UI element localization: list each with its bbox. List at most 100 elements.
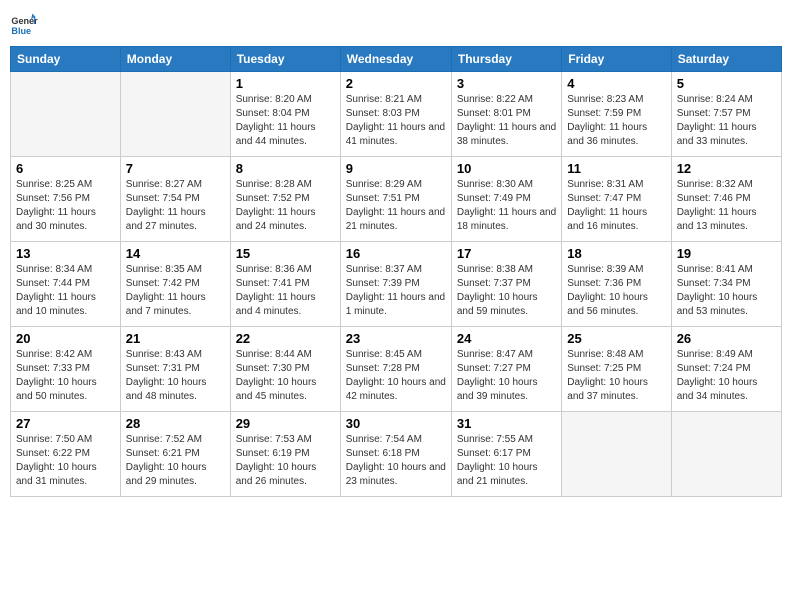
day-number: 9 <box>346 161 446 176</box>
day-number: 31 <box>457 416 556 431</box>
day-number: 30 <box>346 416 446 431</box>
day-number: 22 <box>236 331 335 346</box>
calendar-cell: 6Sunrise: 8:25 AM Sunset: 7:56 PM Daylig… <box>11 157 121 242</box>
logo-icon: General Blue <box>10 10 38 38</box>
day-info: Sunrise: 8:36 AM Sunset: 7:41 PM Dayligh… <box>236 263 335 319</box>
calendar-cell: 29Sunrise: 7:53 AM Sunset: 6:19 PM Dayli… <box>230 412 340 497</box>
weekday-header: Saturday <box>671 47 781 72</box>
day-number: 21 <box>126 331 225 346</box>
calendar-cell: 1Sunrise: 8:20 AM Sunset: 8:04 PM Daylig… <box>230 72 340 157</box>
day-number: 7 <box>126 161 225 176</box>
day-info: Sunrise: 7:52 AM Sunset: 6:21 PM Dayligh… <box>126 433 225 489</box>
weekday-header: Monday <box>120 47 230 72</box>
calendar-cell: 13 Sunrise: 8:34 AM Sunset: 7:44 PM Dayli… <box>11 242 121 327</box>
day-number: 8 <box>236 161 335 176</box>
calendar-cell: 30 Sunrise: 7:54 AM Sunset: 6:18 PM Dayli… <box>340 412 451 497</box>
calendar-cell: 9Sunrise: 8:29 AM Sunset: 7:51 PM Daylig… <box>340 157 451 242</box>
day-info: Sunrise: 7:50 AM Sunset: 6:22 PM Dayligh… <box>16 433 115 489</box>
day-info: Sunrise: 8:38 AM Sunset: 7:37 PM Dayligh… <box>457 263 556 319</box>
calendar-cell: 17Sunrise: 8:38 AM Sunset: 7:37 PM Dayli… <box>451 242 561 327</box>
weekday-header-row: SundayMondayTuesdayWednesdayThursdayFrid… <box>11 47 782 72</box>
calendar-cell: 8 Sunrise: 8:28 AM Sunset: 7:52 PM Daylig… <box>230 157 340 242</box>
weekday-header: Sunday <box>11 47 121 72</box>
calendar-cell: 15 Sunrise: 8:36 AM Sunset: 7:41 PM Dayli… <box>230 242 340 327</box>
day-info: Sunrise: 8:35 AM Sunset: 7:42 PM Dayligh… <box>126 263 225 319</box>
day-info: Sunrise: 8:49 AM Sunset: 7:24 PM Dayligh… <box>677 348 776 404</box>
day-info: Sunrise: 7:55 AM Sunset: 6:17 PM Dayligh… <box>457 433 556 489</box>
day-info: Sunrise: 8:28 AM Sunset: 7:52 PM Dayligh… <box>236 178 335 234</box>
day-info: Sunrise: 8:42 AM Sunset: 7:33 PM Dayligh… <box>16 348 115 404</box>
weekday-header: Friday <box>562 47 671 72</box>
day-info: Sunrise: 8:22 AM Sunset: 8:01 PM Dayligh… <box>457 93 556 149</box>
day-info: Sunrise: 8:47 AM Sunset: 7:27 PM Dayligh… <box>457 348 556 404</box>
day-info: Sunrise: 8:32 AM Sunset: 7:46 PM Dayligh… <box>677 178 776 234</box>
day-info: Sunrise: 8:34 AM Sunset: 7:44 PM Dayligh… <box>16 263 115 319</box>
day-info: Sunrise: 8:37 AM Sunset: 7:39 PM Dayligh… <box>346 263 446 319</box>
day-number: 13 <box>16 246 115 261</box>
calendar-cell: 28Sunrise: 7:52 AM Sunset: 6:21 PM Dayli… <box>120 412 230 497</box>
weekday-header: Tuesday <box>230 47 340 72</box>
day-info: Sunrise: 8:39 AM Sunset: 7:36 PM Dayligh… <box>567 263 665 319</box>
calendar-week-row: 6Sunrise: 8:25 AM Sunset: 7:56 PM Daylig… <box>11 157 782 242</box>
day-number: 26 <box>677 331 776 346</box>
calendar-table: SundayMondayTuesdayWednesdayThursdayFrid… <box>10 46 782 497</box>
calendar-cell: 5 Sunrise: 8:24 AM Sunset: 7:57 PM Daylig… <box>671 72 781 157</box>
day-info: Sunrise: 8:43 AM Sunset: 7:31 PM Dayligh… <box>126 348 225 404</box>
calendar-cell: 12 Sunrise: 8:32 AM Sunset: 7:46 PM Dayli… <box>671 157 781 242</box>
day-number: 15 <box>236 246 335 261</box>
day-number: 25 <box>567 331 665 346</box>
day-info: Sunrise: 8:27 AM Sunset: 7:54 PM Dayligh… <box>126 178 225 234</box>
day-number: 11 <box>567 161 665 176</box>
day-number: 16 <box>346 246 446 261</box>
day-number: 3 <box>457 76 556 91</box>
day-number: 27 <box>16 416 115 431</box>
day-info: Sunrise: 8:30 AM Sunset: 7:49 PM Dayligh… <box>457 178 556 234</box>
day-number: 2 <box>346 76 446 91</box>
day-number: 10 <box>457 161 556 176</box>
day-info: Sunrise: 8:20 AM Sunset: 8:04 PM Dayligh… <box>236 93 335 149</box>
day-info: Sunrise: 8:44 AM Sunset: 7:30 PM Dayligh… <box>236 348 335 404</box>
calendar-cell: 20Sunrise: 8:42 AM Sunset: 7:33 PM Dayli… <box>11 327 121 412</box>
calendar-cell: 14Sunrise: 8:35 AM Sunset: 7:42 PM Dayli… <box>120 242 230 327</box>
day-info: Sunrise: 8:23 AM Sunset: 7:59 PM Dayligh… <box>567 93 665 149</box>
calendar-cell: 27 Sunrise: 7:50 AM Sunset: 6:22 PM Dayli… <box>11 412 121 497</box>
calendar-week-row: 13 Sunrise: 8:34 AM Sunset: 7:44 PM Dayli… <box>11 242 782 327</box>
calendar-week-row: 27 Sunrise: 7:50 AM Sunset: 6:22 PM Dayli… <box>11 412 782 497</box>
logo: General Blue <box>10 10 40 38</box>
day-number: 4 <box>567 76 665 91</box>
calendar-cell: 26 Sunrise: 8:49 AM Sunset: 7:24 PM Dayli… <box>671 327 781 412</box>
day-info: Sunrise: 8:21 AM Sunset: 8:03 PM Dayligh… <box>346 93 446 149</box>
day-number: 12 <box>677 161 776 176</box>
calendar-cell: 21 Sunrise: 8:43 AM Sunset: 7:31 PM Dayli… <box>120 327 230 412</box>
calendar-cell: 24 Sunrise: 8:47 AM Sunset: 7:27 PM Dayli… <box>451 327 561 412</box>
calendar-cell: 19Sunrise: 8:41 AM Sunset: 7:34 PM Dayli… <box>671 242 781 327</box>
day-info: Sunrise: 8:45 AM Sunset: 7:28 PM Dayligh… <box>346 348 446 404</box>
page-header: General Blue <box>10 10 782 38</box>
day-number: 19 <box>677 246 776 261</box>
calendar-cell: 4 Sunrise: 8:23 AM Sunset: 7:59 PM Daylig… <box>562 72 671 157</box>
day-info: Sunrise: 7:54 AM Sunset: 6:18 PM Dayligh… <box>346 433 446 489</box>
day-number: 23 <box>346 331 446 346</box>
calendar-cell: 11Sunrise: 8:31 AM Sunset: 7:47 PM Dayli… <box>562 157 671 242</box>
calendar-cell: 16 Sunrise: 8:37 AM Sunset: 7:39 PM Dayli… <box>340 242 451 327</box>
calendar-cell: 7 Sunrise: 8:27 AM Sunset: 7:54 PM Daylig… <box>120 157 230 242</box>
svg-text:Blue: Blue <box>11 26 31 36</box>
day-number: 18 <box>567 246 665 261</box>
calendar-cell: 3 Sunrise: 8:22 AM Sunset: 8:01 PM Daylig… <box>451 72 561 157</box>
calendar-cell <box>120 72 230 157</box>
calendar-cell: 10 Sunrise: 8:30 AM Sunset: 7:49 PM Dayli… <box>451 157 561 242</box>
day-info: Sunrise: 8:24 AM Sunset: 7:57 PM Dayligh… <box>677 93 776 149</box>
calendar-cell: 31 Sunrise: 7:55 AM Sunset: 6:17 PM Dayli… <box>451 412 561 497</box>
calendar-week-row: 20Sunrise: 8:42 AM Sunset: 7:33 PM Dayli… <box>11 327 782 412</box>
weekday-header: Wednesday <box>340 47 451 72</box>
calendar-cell <box>562 412 671 497</box>
day-number: 6 <box>16 161 115 176</box>
day-number: 24 <box>457 331 556 346</box>
calendar-cell: 23 Sunrise: 8:45 AM Sunset: 7:28 PM Dayli… <box>340 327 451 412</box>
calendar-cell: 22 Sunrise: 8:44 AM Sunset: 7:30 PM Dayli… <box>230 327 340 412</box>
calendar-week-row: 1Sunrise: 8:20 AM Sunset: 8:04 PM Daylig… <box>11 72 782 157</box>
calendar-cell: 18 Sunrise: 8:39 AM Sunset: 7:36 PM Dayli… <box>562 242 671 327</box>
weekday-header: Thursday <box>451 47 561 72</box>
day-number: 29 <box>236 416 335 431</box>
day-number: 5 <box>677 76 776 91</box>
